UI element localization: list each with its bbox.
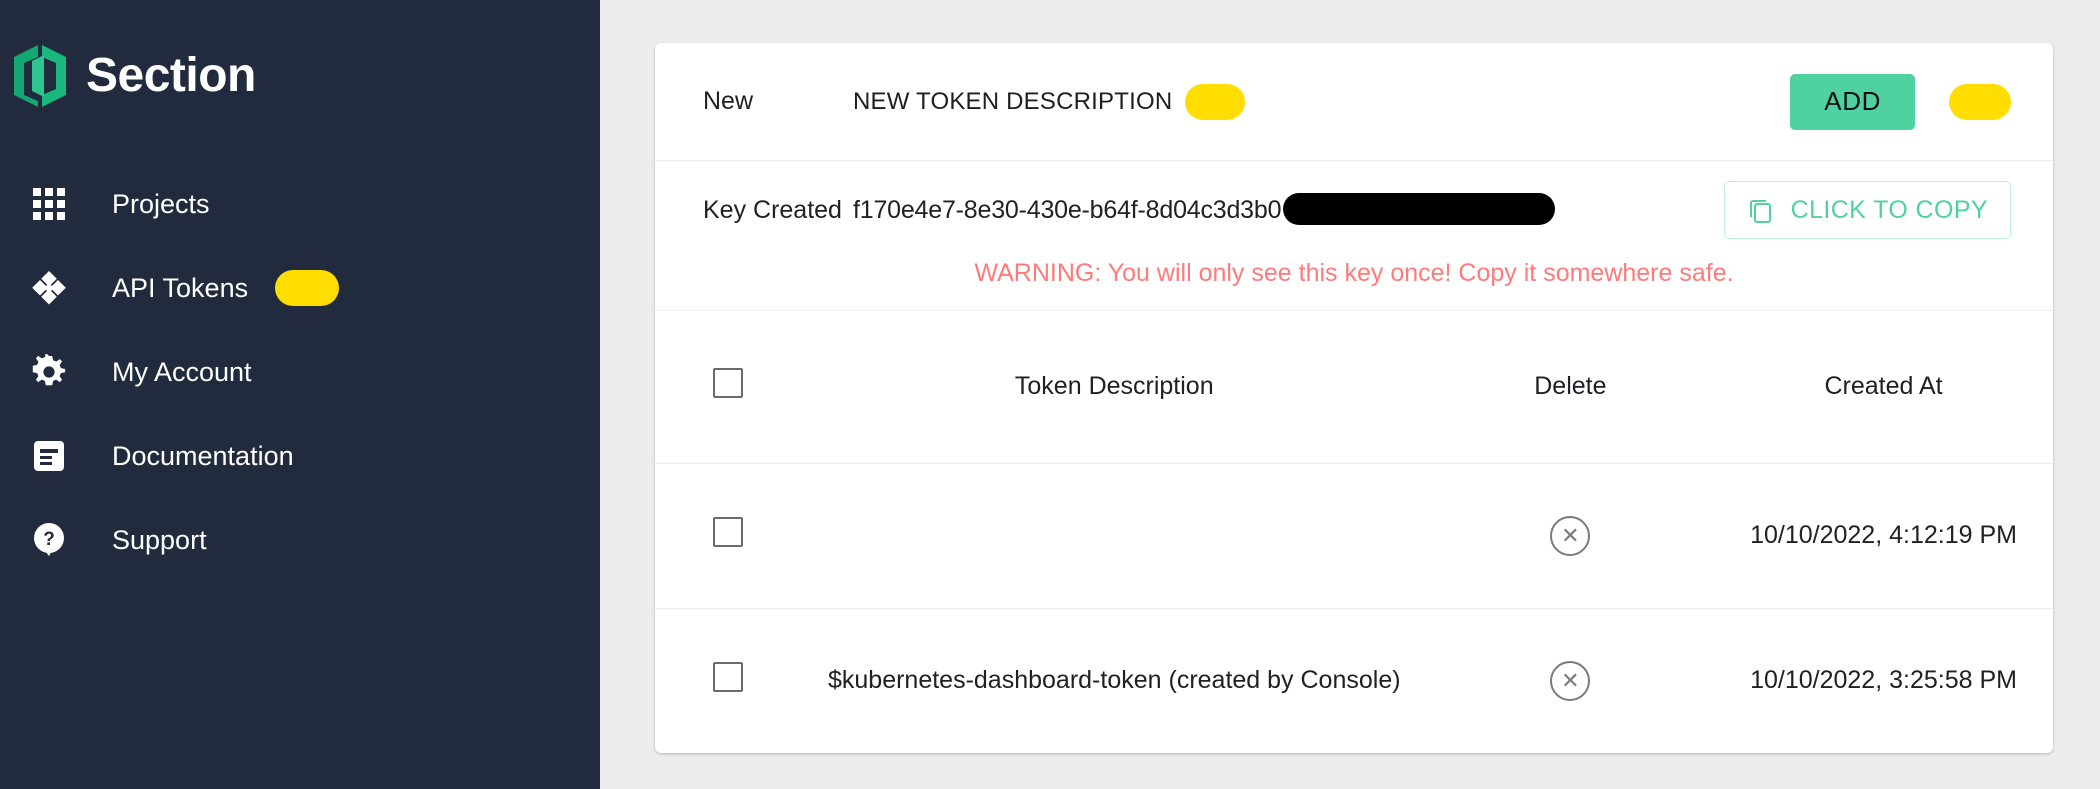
api-tokens-highlight-pill xyxy=(275,270,340,306)
diamond-cluster-icon xyxy=(26,265,72,311)
row-description: $kubernetes-dashboard-token (created by … xyxy=(827,666,1401,695)
sidebar-item-my-account[interactable]: My Account xyxy=(0,330,600,414)
row-checkbox[interactable] xyxy=(713,662,744,693)
add-button[interactable]: ADD xyxy=(1790,73,1915,130)
row-delete-cell: ✕ xyxy=(1427,608,1714,753)
header-token-description: Token Description xyxy=(1014,372,1214,401)
new-token-description-field[interactable]: NEW TOKEN DESCRIPTION xyxy=(853,83,1790,120)
main-content: New NEW TOKEN DESCRIPTION ADD Key Create… xyxy=(600,0,2100,789)
svg-text:?: ? xyxy=(43,529,55,550)
brand[interactable]: Section xyxy=(0,0,600,110)
new-token-row: New NEW TOKEN DESCRIPTION ADD xyxy=(655,43,2053,161)
sidebar-item-label: Projects xyxy=(112,188,210,219)
document-icon xyxy=(26,433,72,479)
select-all-checkbox[interactable] xyxy=(713,368,744,399)
table-header-row: Token Description Delete Created At xyxy=(655,311,2053,463)
sidebar: Section Projects API Tokens My Account D… xyxy=(0,0,600,789)
header-delete: Delete xyxy=(1534,372,1607,401)
tokens-table: Token Description Delete Created At ✕ 10… xyxy=(655,311,2053,753)
key-value-wrap: f170e4e7-8e30-430e-b64f-8d04c3d3b0 481-7… xyxy=(853,185,1724,235)
row-checkbox[interactable] xyxy=(713,517,744,547)
app-root: Section Projects API Tokens My Account D… xyxy=(0,0,2100,789)
sidebar-item-label: API Tokens xyxy=(112,272,249,303)
header-select-all xyxy=(655,311,802,463)
sidebar-item-label: My Account xyxy=(112,356,252,387)
circle-x-icon[interactable]: ✕ xyxy=(1550,660,1591,701)
tokens-table-head: Token Description Delete Created At xyxy=(655,311,2053,463)
row-created-at: 10/10/2022, 4:12:19 PM xyxy=(1750,521,2017,549)
section-logo-icon xyxy=(10,43,72,109)
sidebar-item-label: Documentation xyxy=(112,440,294,471)
redaction-bar xyxy=(1283,193,1555,225)
new-token-description-label: NEW TOKEN DESCRIPTION xyxy=(853,87,1173,115)
header-created-at: Created At xyxy=(1824,372,1943,401)
grid-icon xyxy=(26,181,72,227)
new-token-kicker: New xyxy=(703,87,754,115)
sidebar-item-label: Support xyxy=(112,524,207,555)
table-row: ✕ 10/10/2022, 4:12:19 PM xyxy=(655,463,2053,608)
row-description xyxy=(802,463,1427,608)
row-created-at: 10/10/2022, 3:25:58 PM xyxy=(1750,666,2017,695)
sidebar-nav: Projects API Tokens My Account Documenta… xyxy=(0,162,600,582)
key-created-label: Key Created xyxy=(703,195,842,224)
sidebar-item-api-tokens[interactable]: API Tokens xyxy=(0,246,600,330)
click-to-copy-label: CLICK TO COPY xyxy=(1790,195,1988,224)
api-tokens-card: New NEW TOKEN DESCRIPTION ADD Key Create… xyxy=(655,43,2053,753)
row-select-cell xyxy=(655,608,802,753)
click-to-copy-button[interactable]: CLICK TO COPY xyxy=(1723,181,2011,239)
sidebar-item-support[interactable]: ? Support xyxy=(0,498,600,582)
question-mark-icon: ? xyxy=(26,517,72,563)
copy-icon xyxy=(1747,196,1775,224)
new-token-label-highlight-pill xyxy=(1185,83,1246,120)
table-row: $kubernetes-dashboard-token (created by … xyxy=(655,608,2053,753)
add-button-highlight-pill xyxy=(1949,83,2011,120)
row-delete-cell: ✕ xyxy=(1427,463,1714,608)
circle-x-icon[interactable]: ✕ xyxy=(1550,515,1591,556)
sidebar-item-projects[interactable]: Projects xyxy=(0,162,600,246)
key-warning: WARNING: You will only see this key once… xyxy=(655,259,2053,311)
tokens-table-body: ✕ 10/10/2022, 4:12:19 PM $kubernetes-das… xyxy=(655,463,2053,753)
key-created-row: Key Created f170e4e7-8e30-430e-b64f-8d04… xyxy=(655,161,2053,259)
gear-icon xyxy=(26,349,72,395)
sidebar-item-documentation[interactable]: Documentation xyxy=(0,414,600,498)
row-select-cell xyxy=(655,463,802,608)
brand-name: Section xyxy=(86,49,256,102)
